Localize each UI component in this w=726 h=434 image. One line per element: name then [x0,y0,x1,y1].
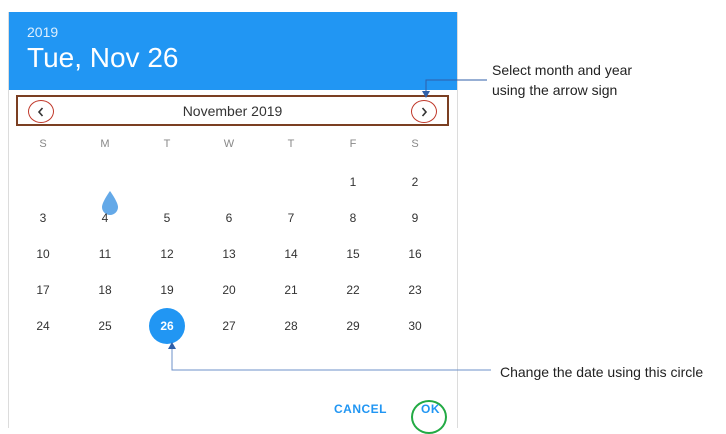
day-cell[interactable]: 18 [85,275,125,305]
weekday-label: F [349,138,357,150]
day-cell[interactable]: 17 [23,275,63,305]
weekday-label: S [39,138,47,150]
day-cell[interactable]: 8 [333,203,373,233]
day-cell[interactable]: 28 [271,311,311,341]
day-cell[interactable]: 21 [271,275,311,305]
day-cell[interactable]: 20 [209,275,249,305]
weekday-label: T [287,138,295,150]
day-cell[interactable]: 9 [395,203,435,233]
next-month-button[interactable] [411,100,437,123]
annotation-month-year: Select month and year using the arrow si… [492,62,633,98]
day-cell[interactable]: 14 [271,239,311,269]
date-header: 2019 Tue, Nov 26 [9,12,457,90]
header-year[interactable]: 2019 [27,24,58,40]
ok-button[interactable]: OK [421,402,440,416]
selected-day-circle[interactable]: 26 [149,308,185,344]
day-cell[interactable]: 10 [23,239,63,269]
day-cell[interactable]: 15 [333,239,373,269]
weekday-label: W [223,138,235,150]
cancel-button[interactable]: CANCEL [334,402,387,416]
day-cell[interactable]: 3 [23,203,63,233]
chevron-right-icon [421,106,428,117]
month-year-label: November 2019 [182,103,283,119]
weekday-label: T [163,138,171,150]
day-cell[interactable]: 22 [333,275,373,305]
day-cell[interactable]: 24 [23,311,63,341]
header-date[interactable]: Tue, Nov 26 [27,42,178,74]
day-cell[interactable]: 2 [395,167,435,197]
day-cell[interactable]: 4 [85,203,125,233]
day-cell[interactable]: 1 [333,167,373,197]
annotation-circle: Change the date using this circle [500,364,704,380]
day-cell[interactable]: 6 [209,203,249,233]
day-cell[interactable]: 11 [85,239,125,269]
day-cell[interactable]: 29 [333,311,373,341]
month-navigation-bar: November 2019 [16,95,449,126]
day-cell[interactable]: 23 [395,275,435,305]
day-cell[interactable]: 27 [209,311,249,341]
weekday-label: S [411,138,419,150]
day-cell[interactable]: 16 [395,239,435,269]
date-picker-dialog: 2019 Tue, Nov 26 November 2019 S M T W T… [8,12,458,434]
day-cell[interactable]: 25 [85,311,125,341]
day-cell[interactable]: 13 [209,239,249,269]
day-cell[interactable]: 30 [395,311,435,341]
day-cell[interactable]: 7 [271,203,311,233]
day-cell[interactable]: 5 [147,203,187,233]
day-cell[interactable]: 19 [147,275,187,305]
day-cell[interactable]: 12 [147,239,187,269]
weekday-label: M [100,138,110,150]
